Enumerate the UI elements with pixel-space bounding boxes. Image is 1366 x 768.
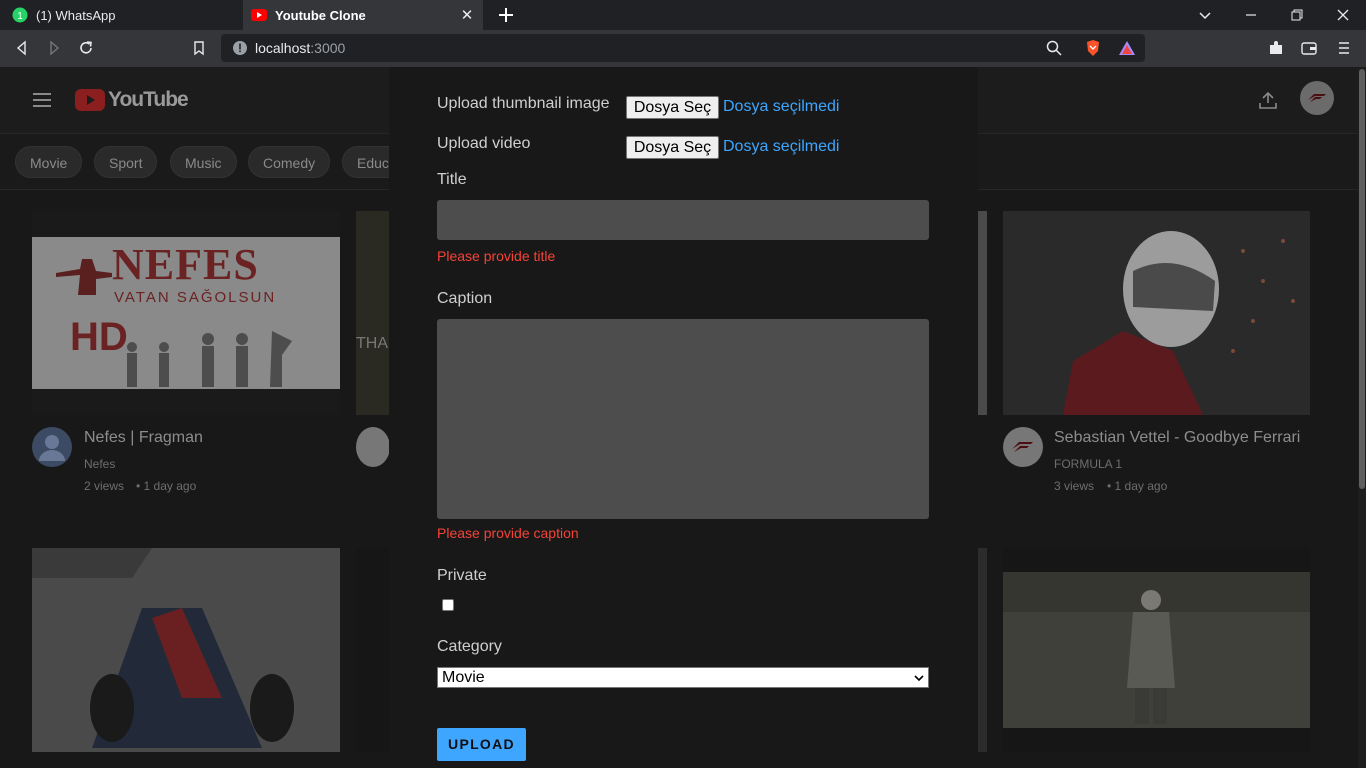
upload-button[interactable]: UPLOAD [437,728,526,761]
video-age: • 1 day ago [1107,479,1168,493]
restore-icon[interactable] [1289,7,1305,23]
page-scrollbar[interactable] [1358,67,1366,768]
url-text: localhost:3000 [255,40,346,56]
formula1-logo-icon [1012,442,1033,452]
video-title[interactable]: Sebastian Vettel - Goodbye Ferrari [1054,429,1300,447]
menu-icon[interactable] [1335,39,1353,57]
video-file-button[interactable]: Dosya Seç [626,136,719,159]
video-thumbnail-partial-right-2[interactable] [977,548,987,752]
private-label: Private [437,567,487,584]
back-icon[interactable] [13,39,31,57]
brave-shields-icon[interactable] [1084,39,1102,57]
browser-tab-strip: 1 (1) WhatsApp Youtube Clone ✕ [0,0,1366,30]
video-thumbnail-nefes[interactable]: NEFES VATAN SAĞOLSUN HD [32,211,340,415]
caption-textarea[interactable] [437,319,929,519]
tab-whatsapp[interactable]: 1 (1) WhatsApp [0,0,242,30]
user-avatar[interactable] [1300,81,1334,115]
video-channel[interactable]: Nefes [84,457,115,471]
video-channel[interactable]: FORMULA 1 [1054,457,1122,471]
bookmark-icon[interactable] [190,39,208,57]
thumbnail-image [32,548,340,752]
title-label: Title [437,171,467,188]
chip-sport[interactable]: Sport [94,146,158,178]
video-thumbnail-partial-right[interactable] [977,211,987,415]
video-age: • 1 day ago [136,479,197,493]
channel-avatar-partial[interactable] [356,427,390,467]
thumbnail-upload-label: Upload thumbnail image [437,95,610,112]
tab-youtube-clone[interactable]: Youtube Clone ✕ [243,0,483,30]
tab-search-chevron-icon[interactable] [1197,7,1213,23]
youtube-logo-text[interactable]: YouTube [108,88,189,112]
address-bar[interactable]: localhost:3000 [221,34,1145,62]
hamburger-menu-icon[interactable] [32,92,52,108]
video-title[interactable]: Nefes | Fragman [84,429,203,447]
site-info-icon[interactable] [231,39,249,57]
extensions-icon[interactable] [1267,39,1285,57]
minimize-icon[interactable] [1243,7,1259,23]
title-error: Please provide title [437,248,556,264]
partial-thumbnail-text: THAD [356,335,390,352]
zoom-icon[interactable] [1045,39,1063,57]
forward-icon[interactable] [45,39,63,57]
figures-silhouette [127,331,292,387]
whatsapp-icon: 1 [12,7,28,23]
thumbnail-image [1003,548,1310,752]
category-select[interactable]: Movie [437,667,929,688]
video-file-status: Dosya seçilmedi [723,138,840,155]
youtube-icon [251,9,267,21]
brave-rewards-icon[interactable] [1118,39,1136,57]
video-thumbnail-vettel[interactable] [1003,211,1310,415]
thumbnail-file-button[interactable]: Dosya Seç [626,96,719,119]
category-selected-value: Movie [442,669,485,686]
reload-icon[interactable] [77,39,95,57]
video-thumbnail-f1-car[interactable] [32,548,340,752]
youtube-logo-icon[interactable] [75,89,105,111]
video-thumbnail-partial-2[interactable] [356,548,390,752]
channel-avatar-formula1[interactable] [1003,427,1043,467]
thumbnail-title-text: NEFES [112,240,259,289]
tab-title: Youtube Clone [275,7,366,23]
video-views: 2 views [84,479,125,493]
caption-error: Please provide caption [437,525,579,541]
new-tab-icon[interactable] [496,5,516,25]
thumbnail-file-status: Dosya seçilmedi [723,98,840,115]
wallet-icon[interactable] [1300,39,1318,57]
formula1-logo-icon [1308,94,1326,102]
close-tab-icon[interactable]: ✕ [457,6,477,24]
title-input[interactable] [437,200,929,240]
chip-music[interactable]: Music [170,146,237,178]
scrollbar-thumb[interactable] [1359,69,1365,489]
person-avatar-icon [39,435,65,461]
close-window-icon[interactable] [1335,7,1351,23]
video-thumbnail-partial[interactable]: THAD [356,211,390,415]
chip-movie[interactable]: Movie [15,146,83,178]
category-label: Category [437,638,502,655]
video-views: 3 views [1054,479,1095,493]
soldier-silhouette [56,259,112,295]
video-upload-label: Upload video [437,135,531,152]
svg-text:1: 1 [17,11,23,22]
thumbnail-subtitle-text: VATAN SAĞOLSUN [114,289,277,306]
chevron-down-icon [914,675,924,682]
thumbnail-image [1003,211,1310,415]
channel-avatar-nefes[interactable] [32,427,72,467]
tab-title: (1) WhatsApp [36,7,116,23]
thumbnail-hd-text: HD [70,315,128,359]
upload-video-modal: Upload thumbnail image Dosya Seç Dosya s… [389,67,978,768]
video-thumbnail-old-man[interactable] [1003,548,1310,752]
browser-toolbar: localhost:3000 [0,30,1366,67]
caption-label: Caption [437,290,493,307]
upload-icon[interactable] [1258,90,1278,110]
chip-comedy[interactable]: Comedy [248,146,331,178]
private-checkbox[interactable] [442,599,454,611]
